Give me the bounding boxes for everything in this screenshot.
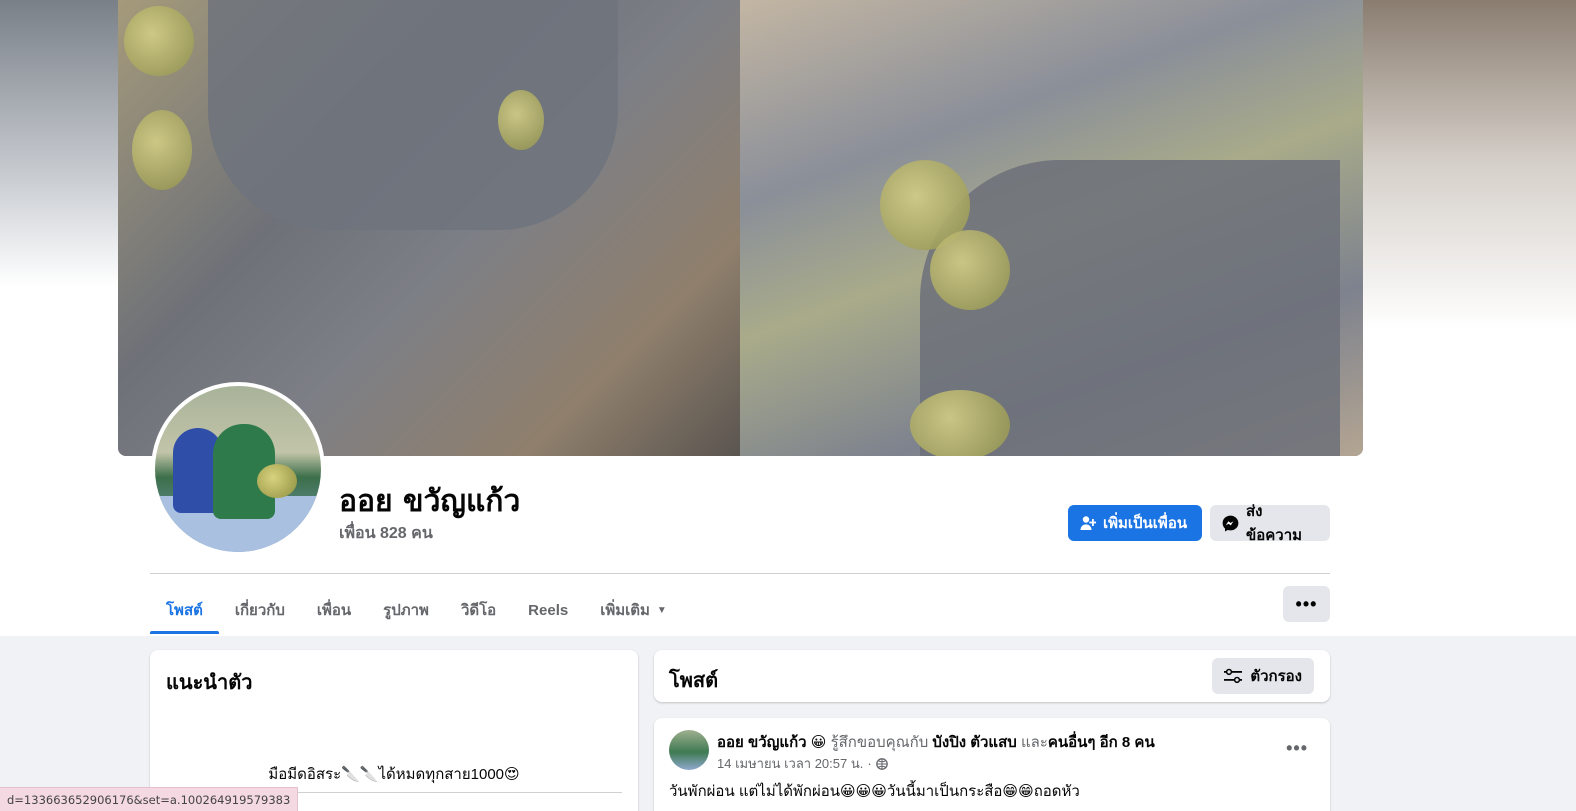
tab-label: เพิ่มเติม [600, 602, 650, 619]
avatar-durian [257, 464, 297, 498]
cover-durian [124, 6, 194, 76]
cover-photo-right [740, 0, 1363, 456]
tab-label: วิดีโอ [460, 602, 497, 619]
cover-durian [132, 110, 192, 190]
add-friend-icon [1080, 515, 1096, 531]
friends-count[interactable]: เพื่อน 828 คน [339, 521, 433, 546]
message-label: ส่งข้อความ [1246, 503, 1303, 544]
tab-friends[interactable]: เพื่อน [301, 586, 367, 634]
tab-label: เพื่อน [316, 602, 352, 619]
tab-label: โพสต์ [166, 602, 203, 619]
tab-label: เกี่ยวกับ [234, 602, 285, 619]
posts-title: โพสต์ [669, 670, 719, 692]
cover-durian [498, 90, 544, 150]
globe-icon [875, 757, 888, 770]
profile-picture[interactable] [151, 382, 325, 556]
filter-button[interactable]: ตัวกรอง [1212, 658, 1314, 694]
tab-more[interactable]: เพิ่มเติม ▼ [584, 586, 683, 634]
posts-header-card: โพสต์ ตัวกรอง [654, 650, 1330, 702]
tab-reels[interactable]: Reels [512, 586, 584, 634]
tab-photos[interactable]: รูปภาพ [367, 586, 445, 634]
post-options-button[interactable]: ••• [1286, 738, 1308, 759]
cover-durian [910, 390, 1010, 456]
tab-about[interactable]: เกี่ยวกับ [219, 586, 301, 634]
post-card: ออย ขวัญแก้ว 😀 รู้สึกขอบคุณกับ บังปิง ตั… [654, 718, 1330, 811]
post-author-avatar[interactable] [669, 730, 709, 770]
post-author-name[interactable]: ออย ขวัญแก้ว [717, 734, 807, 751]
tab-posts[interactable]: โพสต์ [150, 586, 219, 634]
tagged-person[interactable]: บังปิง ตัวแสบ [932, 734, 1016, 751]
feeling-text: รู้สึกขอบคุณกับ [830, 734, 929, 751]
intro-bio: มือมีดอิสระ🔪🔪ได้หมดทุกสาย1000😍 [268, 766, 520, 783]
more-dots-icon: ••• [1295, 593, 1318, 614]
tagged-others[interactable]: คนอื่นๆ อีก 8 คน [1048, 734, 1155, 751]
message-button[interactable]: ส่งข้อความ [1210, 503, 1330, 544]
profile-name: ออย ขวัญแก้ว [339, 484, 521, 519]
tab-videos[interactable]: วิดีโอ [445, 586, 512, 634]
add-friend-label: เพิ่มเป็นเพื่อน [1103, 515, 1188, 532]
post-timestamp[interactable]: 14 เมษายน เวลา 20:57 น. [717, 753, 863, 774]
post-header: ออย ขวัญแก้ว 😀 รู้สึกขอบคุณกับ บังปิง ตั… [717, 730, 1155, 754]
cover-figure-left [208, 0, 618, 230]
add-friend-button[interactable]: เพิ่มเป็นเพื่อน [1068, 505, 1202, 541]
cover-photo[interactable] [118, 0, 1363, 456]
profile-tabs: โพสต์ เกี่ยวกับ เพื่อน รูปภาพ วิดีโอ Ree… [150, 586, 683, 634]
caret-down-icon: ▼ [656, 604, 667, 616]
intro-title: แนะนำตัว [166, 672, 253, 694]
and-text: และ [1020, 734, 1048, 751]
more-dots-icon: ••• [1286, 738, 1308, 758]
profile-more-button[interactable]: ••• [1283, 586, 1330, 622]
post-text: วันพักผ่อน แต่ไม่ได้พักผ่อน😀😀😀วันนี้มาเป… [669, 783, 1080, 800]
filter-icon [1224, 668, 1243, 684]
post-meta: 14 เมษายน เวลา 20:57 น. · [717, 753, 888, 774]
header-shade [1362, 0, 1576, 330]
header-divider [150, 573, 1330, 574]
status-bar-url: d=133663652906176&set=a.100264919579383 [0, 787, 299, 811]
meta-separator: · [867, 756, 872, 771]
filter-label: ตัวกรอง [1250, 668, 1302, 685]
tab-label: Reels [528, 601, 569, 619]
feeling-emoji: 😀 [810, 734, 827, 751]
messenger-icon [1222, 515, 1239, 532]
tab-label: รูปภาพ [383, 602, 429, 619]
cover-durian [930, 230, 1010, 310]
